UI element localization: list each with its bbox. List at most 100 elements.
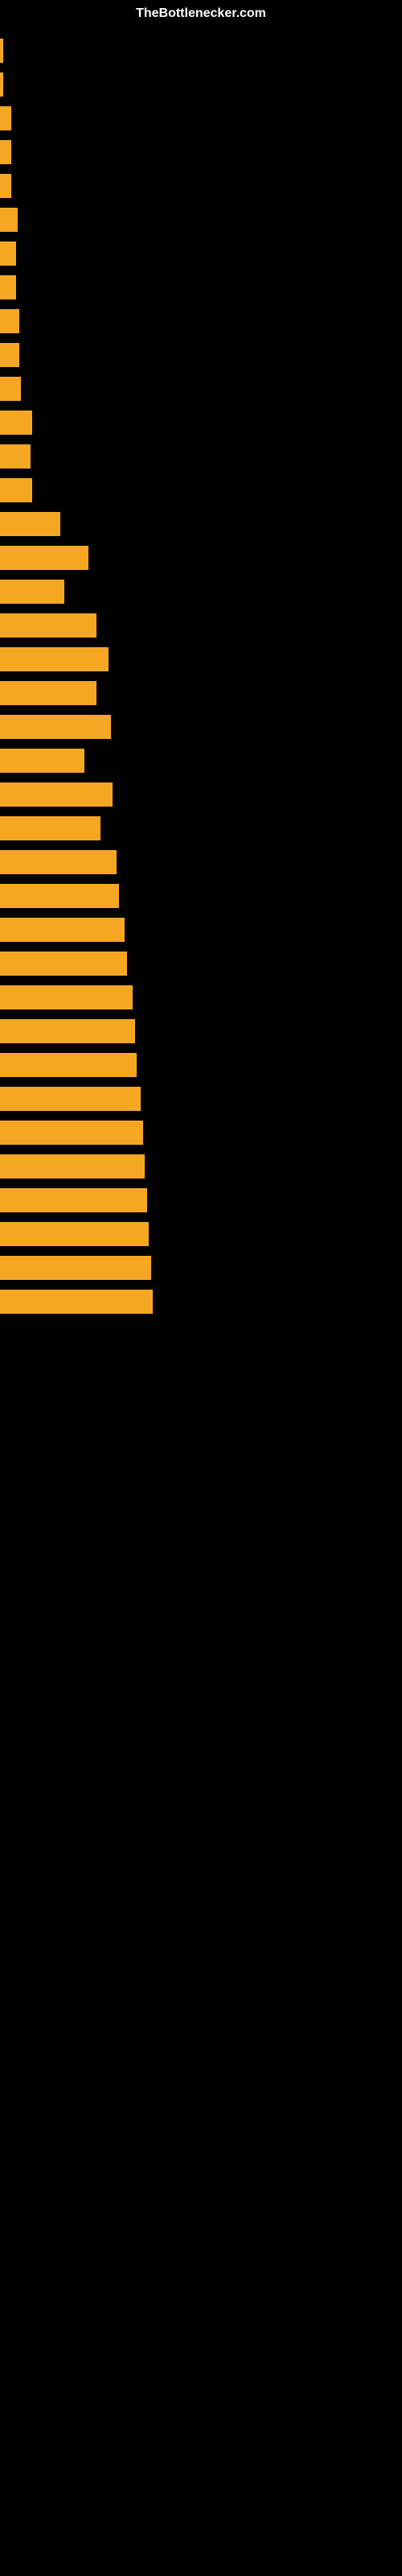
bar-label: Bottleneck result — [3, 924, 88, 936]
site-title: TheBottlenecker.com — [0, 0, 402, 27]
bar-label: Bottleneck result — [3, 1296, 88, 1308]
bar-label: Bo — [3, 383, 17, 395]
bar-row: Bottleneck result — [0, 1151, 402, 1182]
bar-row: Bottleneck result — [0, 982, 402, 1013]
bar-row: E — [0, 103, 402, 134]
bar-row: Bottleneck result — [0, 1253, 402, 1283]
bar-label: Bottleneck result — [3, 1262, 88, 1274]
bar-fill: Bottleneck result — [0, 952, 127, 976]
bar-row: Bottleneck result — [0, 1219, 402, 1249]
bar-row: Bottl — [0, 475, 402, 506]
bar-fill: E — [0, 174, 11, 198]
bar-fill: Bo — [0, 343, 19, 367]
bar-label: Bottleneck result — [3, 992, 88, 1004]
bar-row: B — [0, 272, 402, 303]
bar-fill: B — [0, 242, 16, 266]
bar-label: B — [3, 147, 10, 159]
bar-row: Bottleneck result — [0, 1050, 402, 1080]
bar-fill: Bottleneck resu — [0, 816, 100, 840]
bar-label: Bottleneck result — [3, 958, 88, 970]
bar-fill: Bottl — [0, 478, 32, 502]
bar-fill: Bottleneck resu — [0, 681, 96, 705]
bar-fill: Bottleneck resu — [0, 613, 96, 638]
bar-row: Bottleneck result — [0, 1185, 402, 1216]
bar-row: Bottleneck resu — [0, 813, 402, 844]
bar-row: Bottleneck result — [0, 847, 402, 877]
bar-row: Bottleneck resu — [0, 678, 402, 708]
bar-fill: Bottleneck result — [0, 850, 117, 874]
bar-fill: B — [0, 275, 16, 299]
bar-fill: Bottleneck re — [0, 749, 84, 773]
bar-fill: Bottleneck result — [0, 918, 125, 942]
bar-label: Bottleneck result — [3, 1093, 88, 1105]
bar-row: Bo — [0, 204, 402, 235]
bar-row — [0, 35, 402, 66]
bar-label: Bottleneck resu — [3, 687, 82, 700]
bar-fill: Bottleneck result — [0, 1019, 135, 1043]
bar-fill: Bo — [0, 377, 21, 401]
bar-fill: Bottleneck result — [0, 884, 119, 908]
bar-label: Bottleneck result — [3, 1161, 88, 1173]
bar-fill: Bottleneck — [0, 580, 64, 604]
bar-label: Bo — [3, 316, 17, 328]
bar-row: Bottl — [0, 407, 402, 438]
bar-label: B — [3, 282, 10, 294]
bar-fill: Bo — [0, 208, 18, 232]
bar-fill: Bottleneck result — [0, 647, 109, 671]
bar-label: Bottleneck resu — [3, 823, 82, 835]
bar-row: Bottleneck result — [0, 1084, 402, 1114]
bar-label: Bottleneck re — [3, 755, 69, 767]
bar-fill: Bottleneck result — [0, 1256, 151, 1280]
bar-label: Bottleneck result — [3, 1195, 88, 1207]
bar-row: Bottleneck result — [0, 948, 402, 979]
bars-container: E B E Bo B B Bo Bo Bo Bottl Bott Bottl Bottlenec Bott… — [0, 27, 402, 1328]
bar-row: Bottleneck result — [0, 1117, 402, 1148]
bar-fill — [0, 72, 3, 97]
bar-row: Bo — [0, 374, 402, 404]
bar-label: B — [3, 248, 10, 260]
bar-row: Bottlenec — [0, 509, 402, 539]
bar-label: Bottleneck result — [3, 1059, 88, 1071]
bar-label: Bottleneck result — [3, 1127, 88, 1139]
bar-label: Bottl — [3, 417, 27, 429]
bar-row: Bottleneck res — [0, 543, 402, 573]
bar-fill: Bottl — [0, 411, 32, 435]
bar-row: Bottleneck result — [0, 1286, 402, 1317]
bar-fill: Bottleneck result — [0, 1121, 143, 1145]
bar-label: Bottleneck res — [3, 552, 76, 564]
bar-label: Bottleneck result — [3, 857, 88, 869]
bar-row: B — [0, 137, 402, 167]
bar-fill: E — [0, 106, 11, 130]
bar-label: Bottleneck result — [3, 1026, 88, 1038]
bar-fill: Bottleneck result — [0, 782, 113, 807]
bar-row: Bottleneck resu — [0, 610, 402, 641]
bar-label: Bo — [3, 214, 17, 226]
bar-row: Bott — [0, 441, 402, 472]
bar-row: Bottleneck result — [0, 881, 402, 911]
bar-row: Bottleneck — [0, 576, 402, 607]
bar-fill: Bottlenec — [0, 512, 60, 536]
bar-label: Bottleneck result — [3, 1228, 88, 1241]
bar-fill: Bottleneck result — [0, 1087, 141, 1111]
bar-fill — [0, 39, 3, 63]
bar-row: Bo — [0, 340, 402, 370]
bar-label: Bo — [3, 349, 17, 361]
bar-row: E — [0, 171, 402, 201]
bar-fill: B — [0, 140, 11, 164]
bar-label: Bottlenec — [3, 518, 51, 530]
bar-row — [0, 69, 402, 100]
bar-label: E — [3, 113, 10, 125]
bar-fill: Bottleneck result — [0, 715, 111, 739]
bar-row: Bottleneck re — [0, 745, 402, 776]
bar-row: Bottleneck result — [0, 1016, 402, 1046]
bar-label: Bottleneck result — [3, 890, 88, 902]
bar-fill: Bottleneck result — [0, 1154, 145, 1179]
bar-fill: Bottleneck result — [0, 1290, 153, 1314]
bar-label: Bottleneck result — [3, 721, 88, 733]
bar-row: Bottleneck result — [0, 712, 402, 742]
bar-fill: Bottleneck result — [0, 1188, 147, 1212]
bar-fill: Bottleneck result — [0, 1222, 149, 1246]
bar-row: Bottleneck result — [0, 914, 402, 945]
bar-fill: Bott — [0, 444, 31, 469]
bar-fill: Bottleneck result — [0, 1053, 137, 1077]
